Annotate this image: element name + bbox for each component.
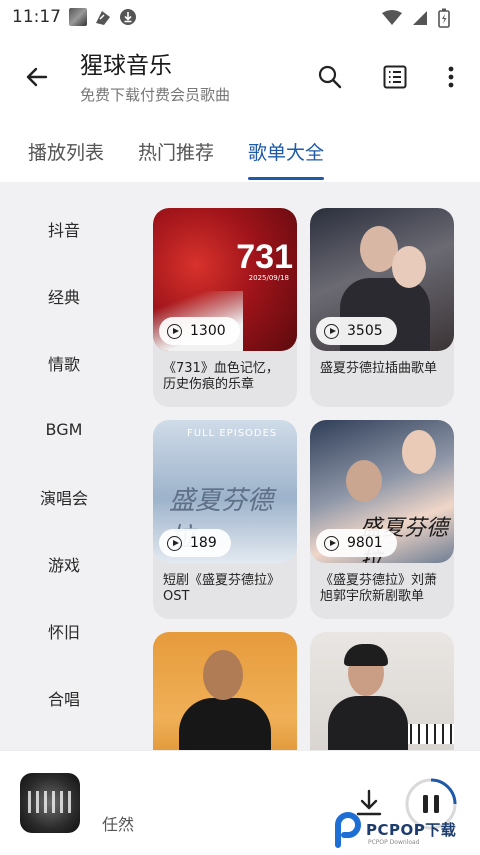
- play-circle-icon: [324, 535, 339, 551]
- playlist-title: 《盛夏芬德拉》刘萧旭郭宇欣新剧歌单: [320, 573, 438, 604]
- play-count: 189: [190, 535, 217, 551]
- category-sidebar: 抖音 经典 情歌 BGM 演唱会 游戏 怀旧 合唱: [0, 182, 128, 750]
- play-count-badge: 189: [159, 529, 231, 557]
- category-chorus[interactable]: 合唱: [0, 664, 128, 731]
- category-love-songs[interactable]: 情歌: [0, 329, 128, 396]
- tab-playlist-collection[interactable]: 歌单大全: [248, 118, 325, 182]
- play-count-badge: 9801: [316, 529, 397, 557]
- more-vert-icon: [448, 66, 454, 88]
- play-circle-icon: [324, 323, 339, 339]
- signal-icon: [413, 11, 427, 25]
- search-icon: [318, 65, 342, 89]
- playlist-title: 盛夏芬德拉插曲歌单: [320, 361, 438, 376]
- status-time: 11:17: [12, 7, 61, 27]
- play-circle-icon: [167, 535, 182, 551]
- playlist-card[interactable]: 3505 盛夏芬德拉插曲歌单: [310, 208, 454, 407]
- watermark-subtext: PCPOP Download: [368, 839, 420, 846]
- watermark-text: PCPOP下载: [366, 821, 457, 839]
- playlist-cover: FULL EPISODES 盛夏芬德拉 189: [153, 420, 297, 563]
- artist-name: 任然: [102, 815, 135, 834]
- play-count: 9801: [347, 535, 383, 551]
- category-concert[interactable]: 演唱会: [0, 463, 128, 530]
- playlist-card[interactable]: 731 2025/09/18 1300 《731》血色记忆，历史伤痕的乐章: [153, 208, 297, 407]
- play-circle-icon: [167, 323, 182, 339]
- notification-icons: [69, 8, 137, 26]
- category-nostalgia[interactable]: 怀旧: [0, 597, 128, 664]
- app-header: 猩球音乐 免费下载付费会员歌曲: [0, 34, 480, 118]
- category-bgm[interactable]: BGM: [0, 396, 128, 463]
- status-bar: 11:17: [0, 0, 480, 34]
- battery-icon: [438, 8, 450, 28]
- back-button[interactable]: [20, 60, 54, 94]
- pcpop-watermark: PCPOP下载 PCPOP Download: [332, 809, 480, 855]
- tab-playlist[interactable]: 播放列表: [28, 118, 104, 182]
- playlist-cover: 盛夏芬德拉 9801: [310, 420, 454, 563]
- wifi-icon: [382, 10, 402, 25]
- playlist-menu-button[interactable]: [378, 60, 412, 94]
- app-thumbnail-icon: [69, 8, 87, 26]
- main-content: 抖音 经典 情歌 BGM 演唱会 游戏 怀旧 合唱 731 2025/09/18…: [0, 182, 480, 750]
- mini-player: 任然 PCPOP下载 PCPOP Download: [0, 750, 480, 855]
- category-classic[interactable]: 经典: [0, 262, 128, 329]
- tab-hot-recommend[interactable]: 热门推荐: [138, 118, 214, 182]
- pcpop-logo-icon: [335, 812, 361, 848]
- playlist-card[interactable]: 盛夏芬德拉 9801 《盛夏芬德拉》刘萧旭郭宇欣新剧歌单: [310, 420, 454, 619]
- playlist-title: 《731》血色记忆，历史伤痕的乐章: [163, 361, 279, 392]
- playlist-cover: 731 2025/09/18 1300: [153, 208, 297, 351]
- play-count-badge: 1300: [159, 317, 240, 345]
- search-button[interactable]: [313, 60, 347, 94]
- playlist-cover: [153, 632, 297, 750]
- more-options-button[interactable]: [434, 60, 468, 94]
- play-count: 3505: [347, 323, 383, 339]
- category-douyin[interactable]: 抖音: [0, 195, 128, 262]
- play-count: 1300: [190, 323, 226, 339]
- playlist-card[interactable]: [310, 632, 454, 750]
- play-count-badge: 3505: [316, 317, 397, 345]
- pocket-cast-icon: [96, 11, 110, 25]
- page-subtitle: 免费下载付费会员歌曲: [80, 86, 231, 104]
- cover-title: 731: [236, 238, 293, 276]
- playlist-title: 短剧《盛夏芬德拉》OST: [163, 573, 281, 604]
- system-icons: [382, 8, 450, 28]
- cover-date: 2025/09/18: [248, 274, 289, 282]
- playlist-grid: 731 2025/09/18 1300 《731》血色记忆，历史伤痕的乐章 35…: [153, 208, 455, 750]
- tab-bar: 播放列表 热门推荐 歌单大全: [0, 118, 480, 182]
- cover-banner: FULL EPISODES: [187, 428, 278, 439]
- category-game[interactable]: 游戏: [0, 530, 128, 597]
- playlist-card[interactable]: FULL EPISODES 盛夏芬德拉 189 短剧《盛夏芬德拉》OST: [153, 420, 297, 619]
- album-art[interactable]: [20, 773, 80, 833]
- list-icon: [383, 65, 407, 89]
- arrow-left-icon: [26, 67, 48, 87]
- page-title: 猩球音乐: [80, 53, 172, 79]
- playlist-cover: 3505: [310, 208, 454, 351]
- playlist-cover: [310, 632, 454, 750]
- download-notification-icon: [120, 9, 136, 25]
- playlist-card[interactable]: [153, 632, 297, 750]
